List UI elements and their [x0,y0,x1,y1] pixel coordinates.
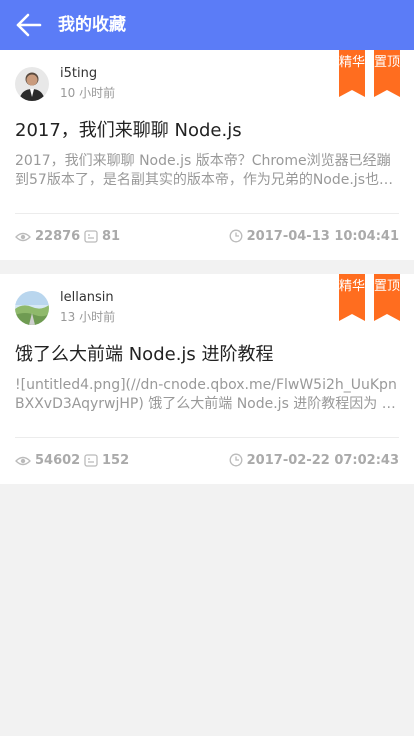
clock-icon [229,229,243,243]
post-date-value: 2017-02-22 07:02:43 [246,453,399,468]
view-count: 54602 [15,452,80,470]
post-title[interactable]: 2017，我们来聊聊 Node.js [15,118,405,144]
author-name[interactable]: i5ting [60,65,97,82]
post-time-ago: 10 小时前 [60,86,116,100]
post-date: 2017-02-22 07:02:43 [229,452,399,470]
author-name[interactable]: lellansin [60,289,114,306]
post-date: 2017-04-13 10:04:41 [229,228,399,246]
post-excerpt: 2017，我们来聊聊 Node.js 版本帝？Chrome浏览器已经蹦到57版本… [15,153,393,188]
pinned-badge-label: 置顶 [374,55,401,70]
author-avatar[interactable] [15,67,49,101]
featured-badge: 精华 [339,50,365,97]
post-title[interactable]: 饿了么大前端 Node.js 进阶教程 [15,342,405,368]
featured-badge-label: 精华 [339,55,366,70]
reply-count-value: 81 [102,229,121,244]
pinned-badge-label: 置顶 [374,279,401,294]
post-date-value: 2017-04-13 10:04:41 [246,229,399,244]
view-count-value: 22876 [35,229,81,244]
reply-count: 81 [84,228,120,246]
comment-icon [84,454,98,467]
divider [15,437,399,438]
reply-count: 152 [84,452,129,470]
featured-badge-label: 精华 [339,279,366,294]
pinned-badge: 置顶 [374,274,400,321]
pinned-badge: 置顶 [374,50,400,97]
reply-count-value: 152 [102,453,130,468]
app-header: 我的收藏 [0,0,414,50]
comment-icon [84,230,98,243]
post-excerpt: ![untitled4.png](//dn-cnode.qbox.me/FlwW… [15,377,400,412]
clock-icon [229,453,243,467]
eye-icon [15,456,31,466]
view-count: 22876 [15,228,80,246]
post-card[interactable]: lellansin 13 小时前 精华 置顶 饿了么大前端 Node.js 进阶… [0,274,414,484]
eye-icon [15,232,31,242]
featured-badge: 精华 [339,274,365,321]
view-count-value: 54602 [35,453,81,468]
divider [15,213,399,214]
post-card[interactable]: i5ting 10 小时前 精华 置顶 2017，我们来聊聊 Node.js 2… [0,50,414,260]
back-arrow-icon[interactable] [14,11,44,39]
page-title: 我的收藏 [58,15,126,35]
post-time-ago: 13 小时前 [60,310,116,324]
author-avatar[interactable] [15,291,49,325]
